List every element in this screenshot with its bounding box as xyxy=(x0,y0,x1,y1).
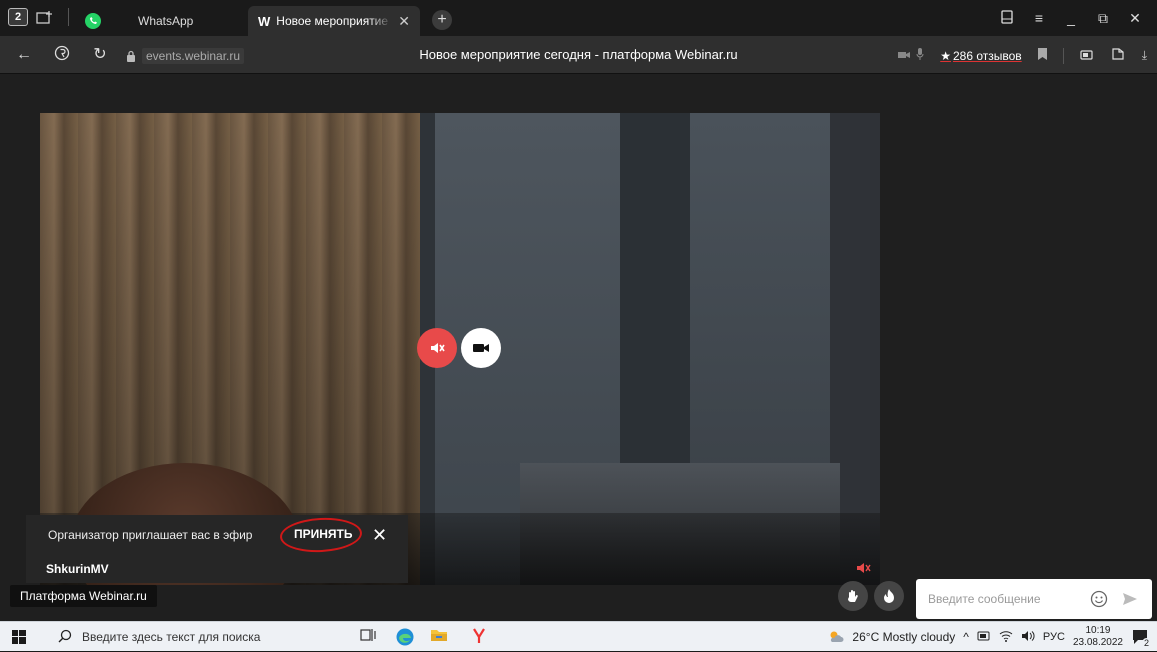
chat-input[interactable] xyxy=(928,592,1078,606)
tab-count-icon[interactable]: 2 xyxy=(8,8,28,26)
invite-text: Организатор приглашает вас в эфир xyxy=(48,528,253,542)
system-tray: 26°C Mostly cloudy ^ РУС 10:19 23.08.202… xyxy=(828,622,1151,652)
webinar-stage: Организатор приглашает вас в эфир ПРИНЯТ… xyxy=(0,75,1157,621)
windows-start-icon[interactable] xyxy=(12,630,26,644)
shield-icon[interactable] xyxy=(1110,46,1126,65)
refresh-icon[interactable]: ↻ xyxy=(90,45,110,65)
emoji-icon[interactable] xyxy=(1090,590,1108,608)
video-camera-icon[interactable] xyxy=(461,328,501,368)
chat-box xyxy=(916,579,1152,619)
back-icon[interactable]: ← xyxy=(14,45,34,65)
reviews-label: 286 отзывов xyxy=(953,48,1022,63)
page-title: Новое мероприятие сегодня - платформа We… xyxy=(419,47,738,62)
task-view-icon[interactable] xyxy=(360,627,380,647)
notification-icon[interactable]: 2 xyxy=(1131,628,1151,648)
accept-button[interactable]: ПРИНЯТЬ xyxy=(294,527,353,541)
minimize-icon[interactable]: _ xyxy=(1055,10,1087,27)
tab-divider xyxy=(68,8,69,26)
taskbar-search[interactable]: Введите здесь текст для поиска xyxy=(82,630,260,644)
taskbar: Введите здесь текст для поиска 26°C Most… xyxy=(0,621,1157,651)
weather-text[interactable]: 26°C Mostly cloudy xyxy=(852,630,955,644)
tab-whatsapp[interactable]: WhatsApp xyxy=(128,6,203,36)
tab-bar: 2 WhatsApp W Новое мероприятие се ✕ + ≡ … xyxy=(0,0,1157,36)
lock-icon xyxy=(127,50,135,62)
new-tab-group-icon[interactable] xyxy=(34,8,56,26)
volume-icon[interactable] xyxy=(1021,630,1035,645)
speaker-muted-icon xyxy=(855,560,873,578)
window-controls: ≡ _ ⧉ ✕ xyxy=(991,10,1151,27)
download-icon[interactable]: ⤓ xyxy=(1142,48,1147,63)
address-bar: ← ↻ events.webinar.ru Новое мероприятие … xyxy=(0,36,1157,74)
bookmark-icon[interactable] xyxy=(1037,48,1047,63)
toolbar-divider xyxy=(1062,47,1064,64)
close-icon[interactable]: ✕ xyxy=(372,525,387,546)
tab-webinar[interactable]: W Новое мероприятие се ✕ xyxy=(248,6,420,36)
battery-icon[interactable] xyxy=(977,630,991,644)
weather-icon[interactable] xyxy=(828,629,844,645)
search-icon[interactable] xyxy=(58,629,72,643)
url-text: events.webinar.ru xyxy=(142,48,245,64)
address-bar-actions: ★ 286 отзывов ⤓ xyxy=(898,46,1147,65)
url-field[interactable]: events.webinar.ru xyxy=(126,47,245,65)
mic-small-icon[interactable] xyxy=(916,48,924,63)
tab-label: WhatsApp xyxy=(138,14,194,28)
tab-label: Новое мероприятие се xyxy=(276,14,393,28)
chevron-up-icon[interactable]: ^ xyxy=(963,630,969,644)
wifi-icon[interactable] xyxy=(999,630,1013,645)
mic-muted-icon[interactable] xyxy=(417,328,457,368)
close-icon[interactable]: ✕ xyxy=(398,13,410,30)
yandex-browser-icon[interactable] xyxy=(470,627,490,647)
tab-list-icon[interactable] xyxy=(991,10,1023,27)
tab-bar-left: 2 xyxy=(8,8,75,26)
send-icon[interactable] xyxy=(1122,591,1138,607)
invite-banner: Организатор приглашает вас в эфир ПРИНЯТ… xyxy=(26,515,408,555)
star-icon: ★ xyxy=(940,48,951,63)
close-window-icon[interactable]: ✕ xyxy=(1119,10,1151,27)
raise-hand-icon[interactable] xyxy=(838,581,868,611)
whatsapp-icon[interactable] xyxy=(84,12,102,30)
plus-icon[interactable]: + xyxy=(432,10,452,30)
file-explorer-icon[interactable] xyxy=(430,627,450,647)
edge-icon[interactable] xyxy=(395,627,415,647)
platform-badge[interactable]: Платформа Webinar.ru xyxy=(10,585,157,607)
browser-window: 2 WhatsApp W Новое мероприятие се ✕ + ≡ … xyxy=(0,0,1157,651)
tab-favicon: W xyxy=(258,13,271,29)
clock-date: 23.08.2022 xyxy=(1072,637,1123,648)
menu-icon[interactable]: ≡ xyxy=(1023,10,1055,27)
fire-icon[interactable] xyxy=(874,581,904,611)
language-indicator[interactable]: РУС xyxy=(1043,631,1065,643)
yandex-icon[interactable] xyxy=(52,45,72,65)
camera-small-icon[interactable] xyxy=(898,49,911,63)
battery-icon[interactable] xyxy=(1080,49,1094,63)
notification-count: 2 xyxy=(1141,638,1151,648)
clock[interactable]: 10:19 23.08.2022 xyxy=(1073,625,1123,649)
restore-icon[interactable]: ⧉ xyxy=(1087,10,1119,27)
clock-time: 10:19 xyxy=(1085,625,1111,636)
participant-name: ShkurinMV xyxy=(26,555,408,583)
reviews-link[interactable]: ★ 286 отзывов xyxy=(940,49,1021,63)
